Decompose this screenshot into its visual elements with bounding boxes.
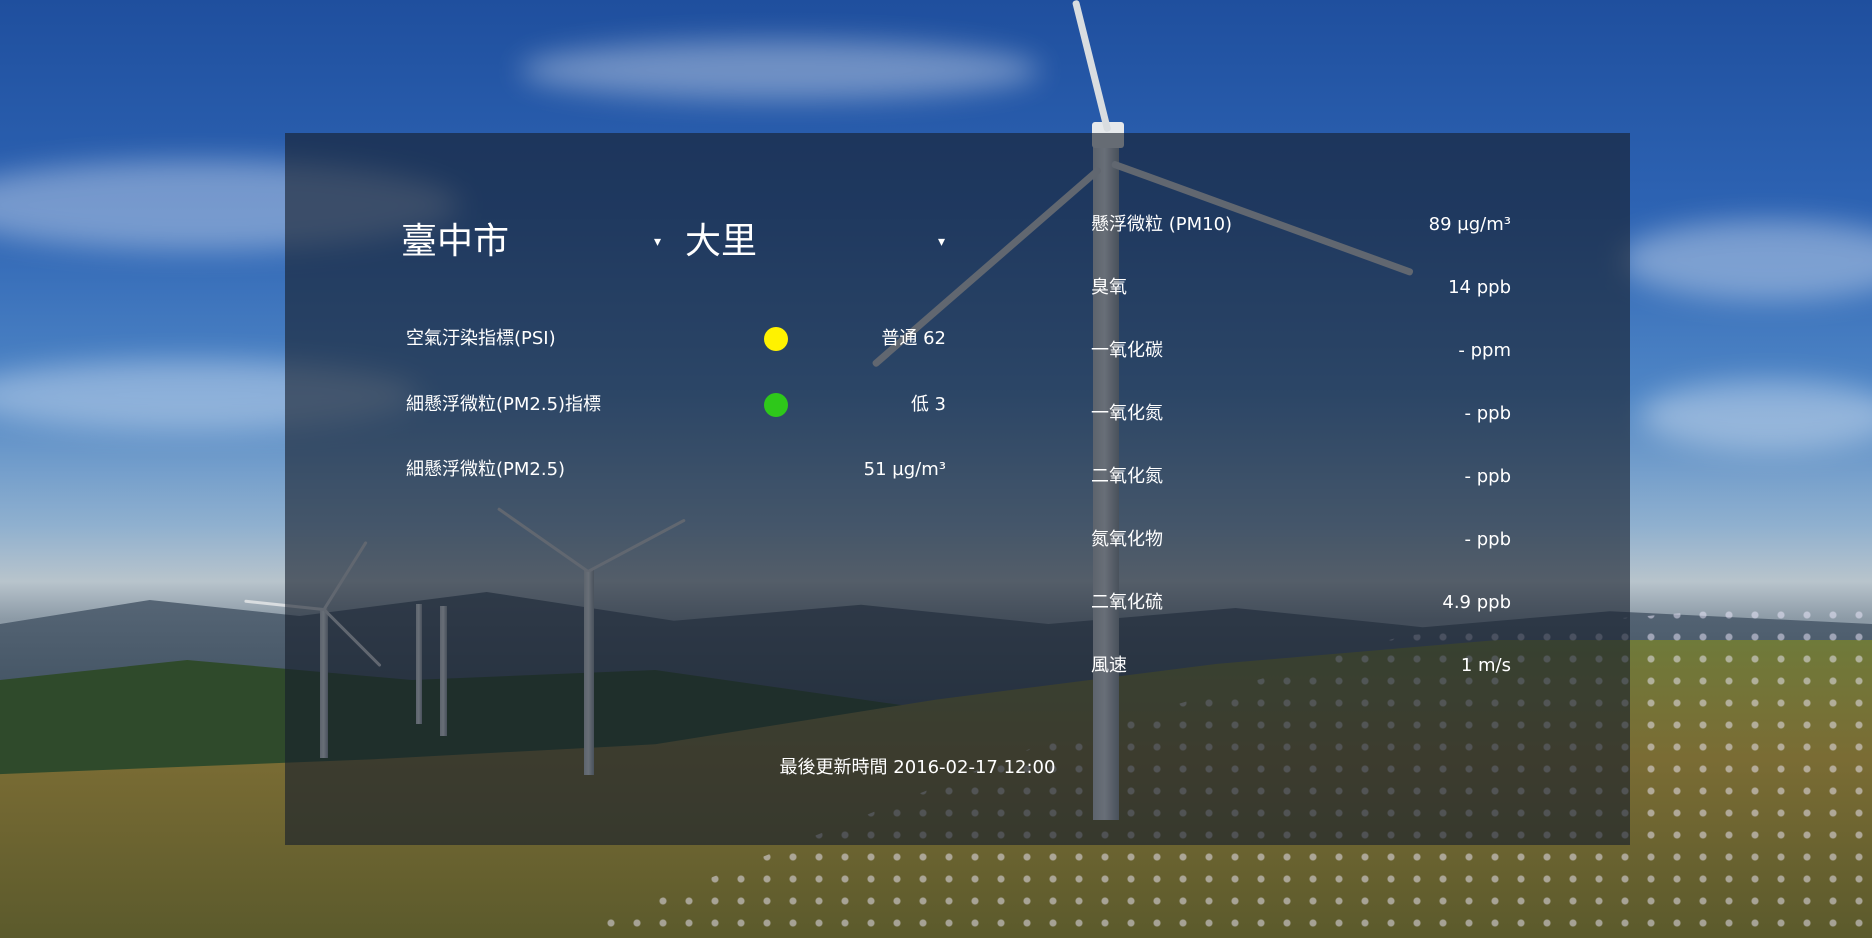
measurement-row: 二氧化硫 4.9 ppb xyxy=(1091,583,1511,623)
cloud xyxy=(1620,220,1872,300)
pm25-label: 細懸浮微粒(PM2.5) xyxy=(406,459,566,480)
pm25-index-status-dot xyxy=(764,393,788,417)
measurement-row: 懸浮微粒 (PM10) 89 µg/m³ xyxy=(1091,205,1511,245)
measurement-label: 懸浮微粒 (PM10) xyxy=(1091,214,1233,235)
district-select-value: 大里 xyxy=(685,221,758,262)
measurement-value: - ppm xyxy=(1458,340,1511,361)
measurement-label: 二氧化硫 xyxy=(1091,592,1163,613)
measurement-value: - ppb xyxy=(1464,466,1512,487)
measurement-row: 二氧化氮 - ppb xyxy=(1091,457,1511,497)
measurement-row: 一氧化碳 - ppm xyxy=(1091,331,1511,371)
psi-value: 普通 62 xyxy=(881,328,946,349)
city-select[interactable]: 臺中市 ▾ xyxy=(401,217,661,267)
chevron-down-icon: ▾ xyxy=(937,234,945,250)
measurement-value: 4.9 ppb xyxy=(1442,592,1511,613)
measurement-row: 風速 1 m/s xyxy=(1091,646,1511,686)
pm25-index-value: 低 3 xyxy=(910,394,946,415)
measurement-value: 89 µg/m³ xyxy=(1428,214,1511,235)
chevron-down-icon: ▾ xyxy=(653,234,661,250)
psi-status-dot xyxy=(764,327,788,351)
measurement-label: 一氧化碳 xyxy=(1091,340,1163,361)
cloud xyxy=(1640,380,1872,450)
psi-row: 空氣汙染指標(PSI) 普通 62 xyxy=(406,319,946,359)
measurement-row: 臭氧 14 ppb xyxy=(1091,268,1511,308)
measurement-label: 氮氧化物 xyxy=(1091,529,1163,550)
measurement-value: 1 m/s xyxy=(1460,655,1511,676)
air-quality-panel: 臺中市 ▾ 大里 ▾ 空氣汙染指標(PSI) 普通 62 細懸浮微粒(PM2.5… xyxy=(285,133,1630,845)
measurement-value: - ppb xyxy=(1464,529,1512,550)
last-updated-text: 最後更新時間 2016-02-17 12:00 xyxy=(779,757,1056,778)
psi-label: 空氣汙染指標(PSI) xyxy=(406,328,556,349)
measurement-value: - ppb xyxy=(1464,403,1512,424)
measurement-label: 二氧化氮 xyxy=(1091,466,1163,487)
city-select-value: 臺中市 xyxy=(401,221,510,262)
measurement-label: 一氧化氮 xyxy=(1091,403,1163,424)
cloud xyxy=(520,40,1040,100)
measurement-label: 風速 xyxy=(1091,655,1127,676)
measurement-row: 一氧化氮 - ppb xyxy=(1091,394,1511,434)
district-select[interactable]: 大里 ▾ xyxy=(685,217,945,267)
pm25-value: 51 µg/m³ xyxy=(863,459,946,480)
pm25-index-row: 細懸浮微粒(PM2.5)指標 低 3 xyxy=(406,385,946,425)
pm25-row: 細懸浮微粒(PM2.5) 51 µg/m³ xyxy=(406,450,946,490)
wind-turbine-blade xyxy=(1071,0,1112,133)
pm25-index-label: 細懸浮微粒(PM2.5)指標 xyxy=(406,394,602,415)
measurement-row: 氮氧化物 - ppb xyxy=(1091,520,1511,560)
measurement-label: 臭氧 xyxy=(1091,277,1127,298)
measurement-value: 14 ppb xyxy=(1448,277,1511,298)
